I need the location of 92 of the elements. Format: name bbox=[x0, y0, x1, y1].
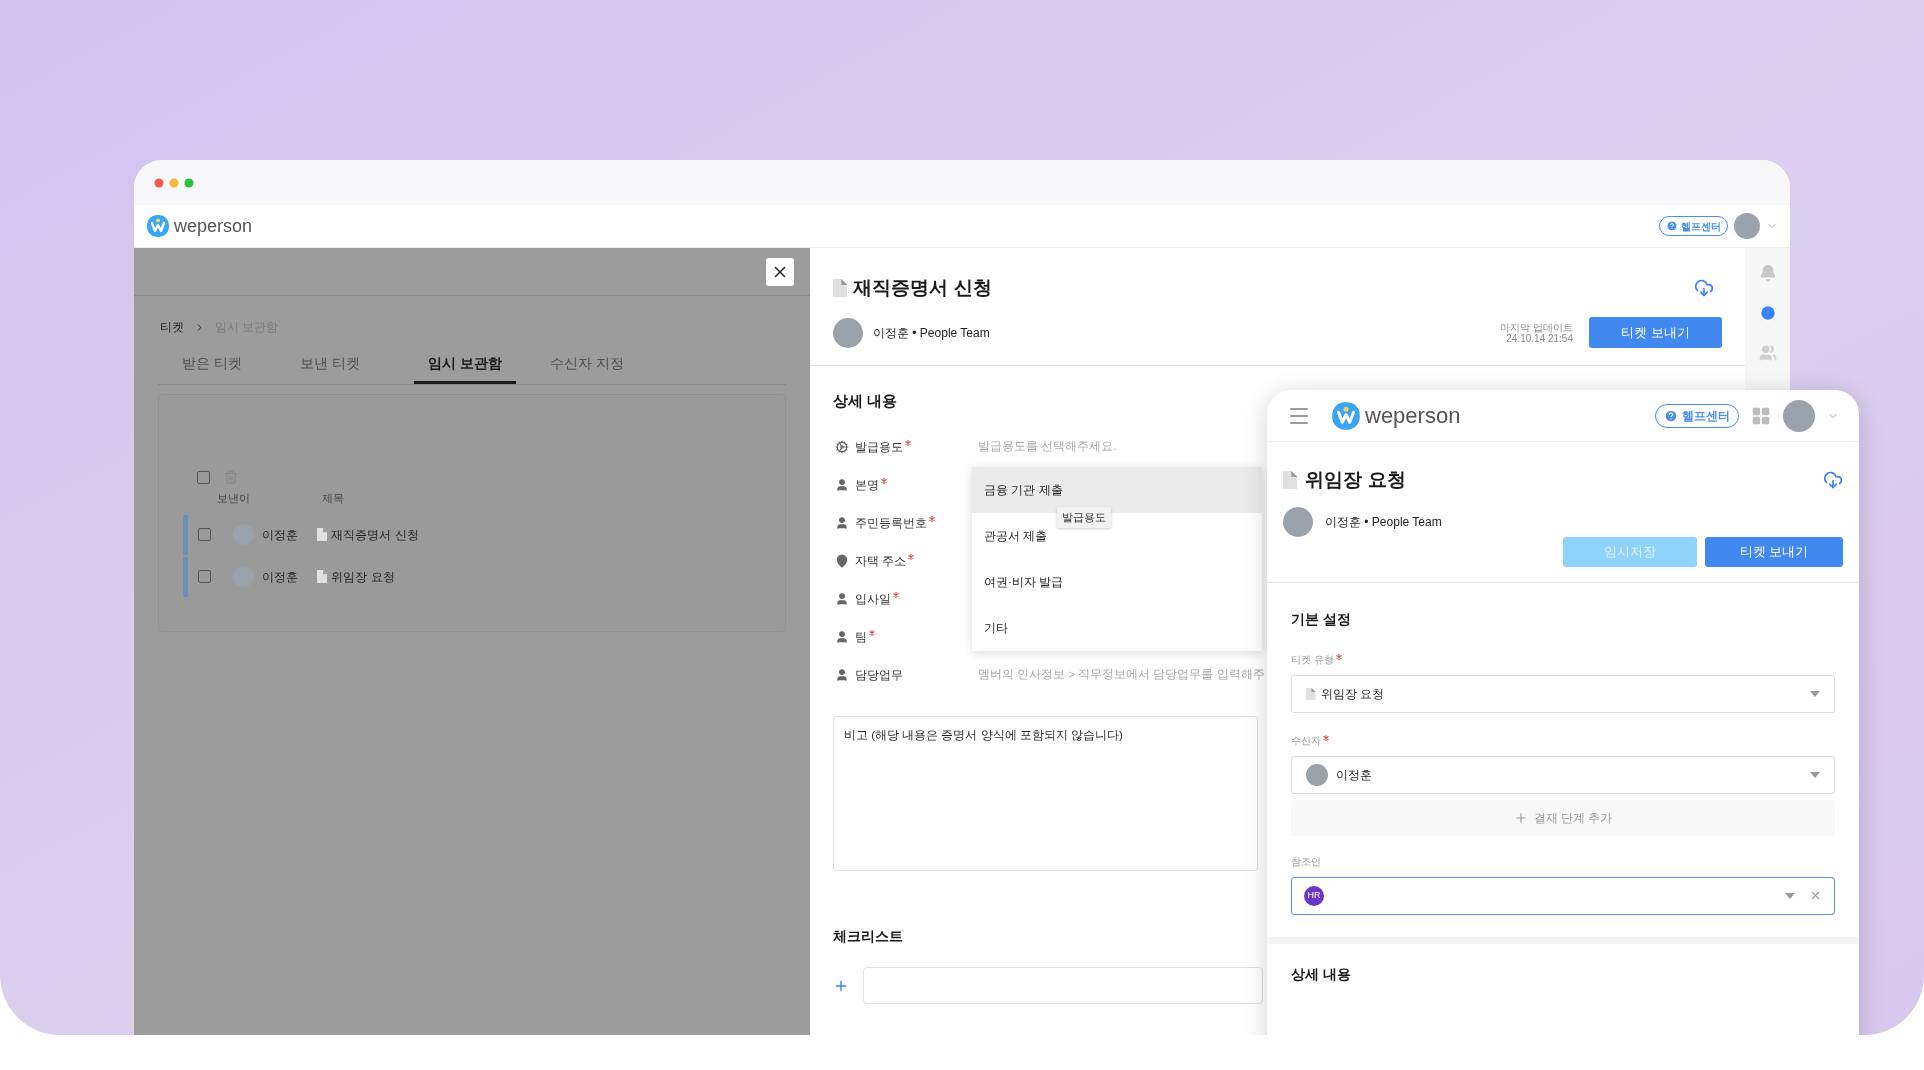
required-mark-icon bbox=[869, 630, 875, 636]
caret-icon bbox=[1785, 892, 1795, 899]
breadcrumb-link[interactable]: 티켓 bbox=[160, 318, 184, 336]
dropdown-option[interactable]: 여권·비자 발급 bbox=[972, 559, 1262, 605]
pin-icon bbox=[835, 554, 849, 568]
section-title: 기본 설정 bbox=[1291, 609, 1352, 629]
column-header: 제목 bbox=[322, 491, 344, 506]
avatar bbox=[1283, 506, 1313, 537]
field-label: 담당업무 bbox=[855, 667, 903, 684]
send-ticket-button[interactable]: 티켓 보내기 bbox=[1705, 536, 1843, 567]
people-icon[interactable] bbox=[1758, 344, 1777, 362]
person-icon bbox=[835, 478, 849, 492]
field-label: 수신자 bbox=[1291, 732, 1329, 748]
caret-icon bbox=[1810, 771, 1820, 778]
bell-icon[interactable] bbox=[1758, 264, 1777, 282]
caret-icon bbox=[1810, 690, 1820, 697]
document-icon bbox=[1306, 687, 1316, 700]
section-title: 상세 내용 bbox=[1291, 964, 1352, 984]
field-label: 티켓 유형 bbox=[1291, 651, 1342, 667]
author-info: 이정훈 • People Team bbox=[873, 324, 990, 342]
ticket-title: 위임장 요청 bbox=[331, 568, 395, 586]
brand-name: weperson bbox=[174, 214, 253, 238]
gears-icon bbox=[835, 440, 849, 454]
send-ticket-button[interactable]: 티켓 보내기 bbox=[1589, 317, 1722, 348]
select-all-checkbox[interactable] bbox=[197, 470, 210, 484]
avatar bbox=[833, 317, 863, 348]
avatar bbox=[1306, 763, 1328, 786]
ticket-heading: 재직증명서 신청 bbox=[853, 276, 992, 300]
sender-name: 이정훈 bbox=[262, 526, 298, 544]
updated-time: 24.10.14 21:54 bbox=[1506, 332, 1573, 344]
cloud-download-icon[interactable] bbox=[1694, 278, 1714, 299]
column-header: 보낸이 bbox=[217, 491, 251, 506]
document-icon bbox=[1283, 471, 1298, 490]
field-label: 주민등록번호 bbox=[855, 514, 935, 532]
dropdown-option[interactable]: 기타 bbox=[972, 605, 1262, 651]
tab[interactable]: 수신자 지정 bbox=[545, 346, 628, 384]
help-icon bbox=[1666, 220, 1678, 232]
tab[interactable]: 보낸 티켓 bbox=[295, 346, 364, 384]
avatar bbox=[1734, 213, 1760, 239]
dropdown-option[interactable]: 금융 기관 제출 bbox=[972, 467, 1262, 513]
ticket-title: 재직증명서 신청 bbox=[331, 526, 419, 544]
logo-icon bbox=[1331, 400, 1361, 431]
required-mark-icon bbox=[893, 592, 899, 598]
person-icon bbox=[835, 516, 849, 530]
field-label: 발급용도 bbox=[855, 438, 911, 456]
required-mark-icon bbox=[929, 516, 935, 522]
logo-icon bbox=[146, 214, 170, 238]
document-icon bbox=[317, 570, 328, 583]
cc-select[interactable]: HR bbox=[1291, 876, 1835, 915]
field-label: 입사일 bbox=[855, 590, 899, 608]
avatar bbox=[1783, 399, 1815, 432]
plus-icon bbox=[1513, 810, 1528, 825]
row-checkbox[interactable] bbox=[198, 528, 211, 541]
field-label: 자택 주소 bbox=[855, 552, 915, 570]
clear-icon[interactable] bbox=[1809, 889, 1822, 902]
field-label: 참조인 bbox=[1291, 854, 1322, 869]
ticket-type-select[interactable]: 위임장 요청 bbox=[1291, 674, 1835, 713]
help-icon bbox=[1664, 408, 1678, 423]
cloud-download-icon[interactable] bbox=[1823, 470, 1843, 491]
required-mark-icon bbox=[1323, 734, 1329, 741]
tab[interactable]: 받은 티켓 bbox=[178, 346, 246, 384]
tooltip: 발급용도 bbox=[1057, 507, 1111, 528]
required-mark-icon bbox=[1335, 653, 1342, 660]
team-tag: HR bbox=[1304, 885, 1324, 906]
ticket-row[interactable]: 이정훈 위임장 요청 bbox=[183, 556, 785, 597]
document-icon bbox=[317, 528, 328, 541]
field-label: 팀 bbox=[855, 628, 875, 646]
brand-name: weperson bbox=[1365, 402, 1461, 430]
required-mark-icon bbox=[908, 554, 915, 560]
checklist-title: 체크리스트 bbox=[833, 927, 903, 946]
person-icon bbox=[835, 668, 849, 682]
close-button[interactable] bbox=[766, 257, 794, 286]
grid-icon[interactable] bbox=[1751, 405, 1771, 426]
remarks-textarea[interactable]: 비고 (해당 내용은 증명서 양식에 포함되지 않습니다) bbox=[833, 716, 1258, 871]
person-icon bbox=[835, 592, 849, 606]
required-mark-icon bbox=[905, 440, 911, 446]
recipient-select[interactable]: 이정훈 bbox=[1291, 755, 1835, 794]
document-icon bbox=[833, 279, 848, 298]
input-field[interactable]: 발급용도를 선택해주세요. bbox=[978, 438, 1270, 456]
section-title: 상세 내용 bbox=[833, 390, 899, 411]
author-info: 이정훈 • People Team bbox=[1325, 513, 1442, 531]
sender-name: 이정훈 bbox=[262, 568, 298, 586]
row-checkbox[interactable] bbox=[198, 570, 211, 583]
field-label: 본명 bbox=[855, 476, 887, 494]
tab[interactable]: 임시 보관함 bbox=[413, 346, 516, 384]
ticket-heading: 위임장 요청 bbox=[1305, 468, 1406, 492]
checklist-input[interactable] bbox=[863, 967, 1263, 1004]
required-mark-icon bbox=[881, 478, 887, 484]
ticket-row[interactable]: 이정훈 재직증명서 신청 bbox=[183, 514, 785, 555]
updated-label: 마지막 업데이트 bbox=[1500, 321, 1573, 333]
person-icon bbox=[835, 630, 849, 644]
input-field[interactable]: 멤버의 인사정보 > 직무정보에서 담당업무를 입력해주 bbox=[978, 666, 1270, 684]
